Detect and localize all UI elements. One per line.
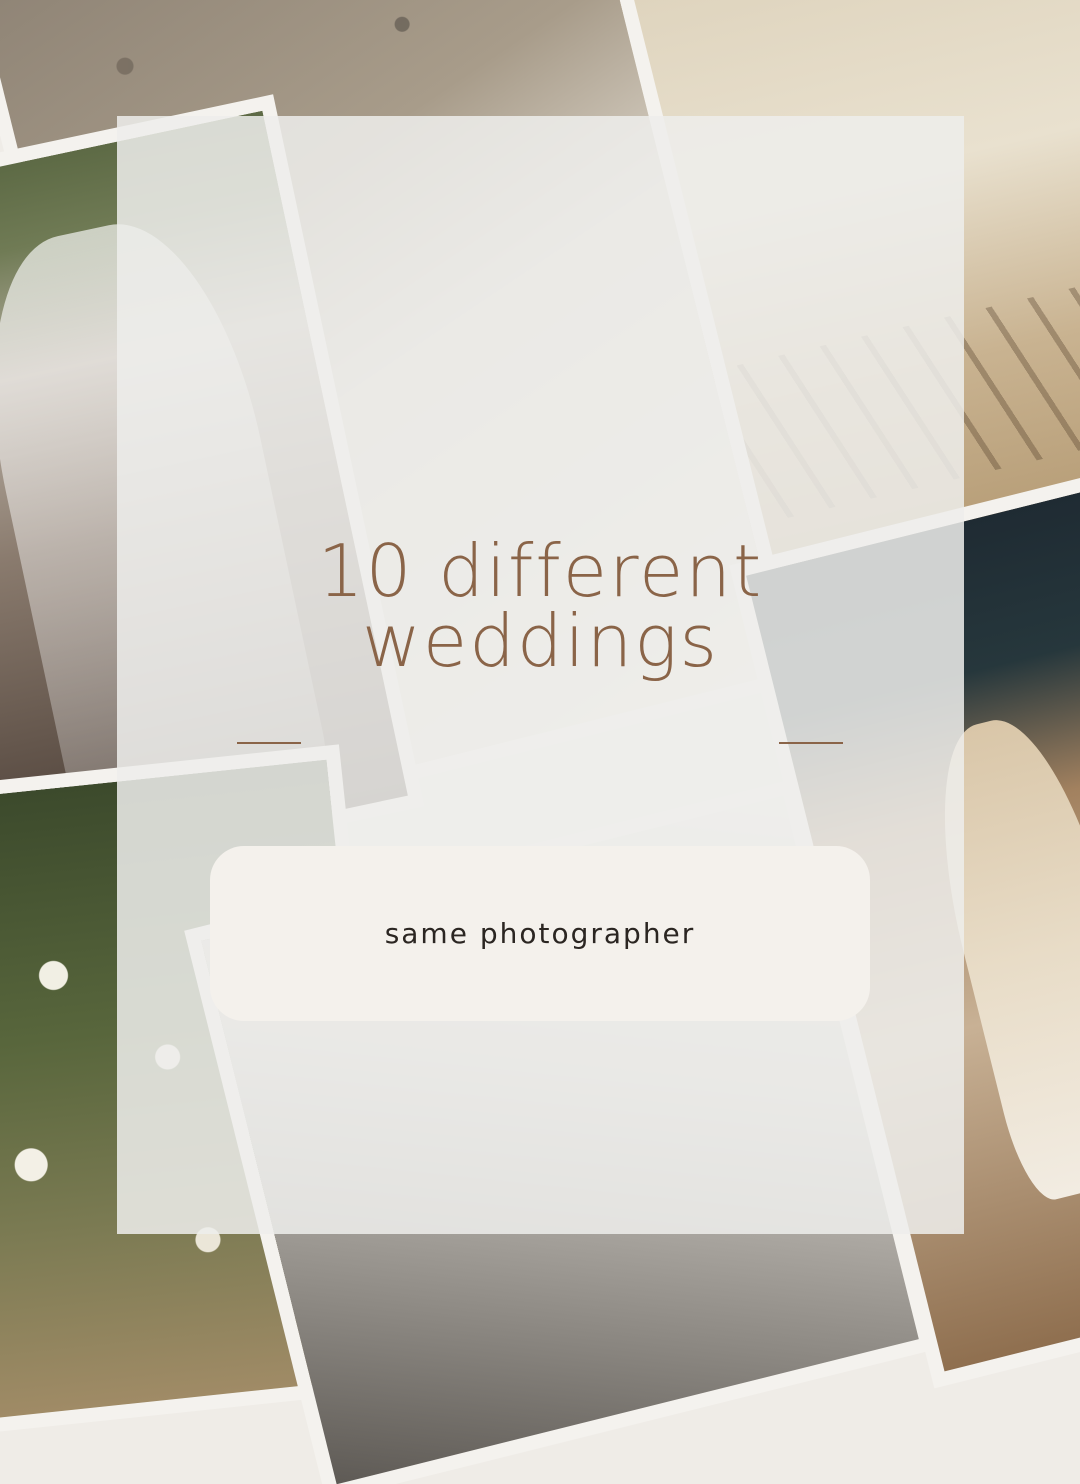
overlay-panel: 10 different weddings same photographer (117, 116, 964, 1234)
headline-line-2: weddings (362, 599, 719, 683)
headline: 10 different weddings (117, 529, 964, 683)
headline-line-1: 10 different (317, 529, 764, 613)
subtitle-pill: same photographer (210, 846, 870, 1021)
subtitle-text: same photographer (384, 917, 696, 950)
divider-right (779, 742, 843, 744)
divider-left (237, 742, 301, 744)
